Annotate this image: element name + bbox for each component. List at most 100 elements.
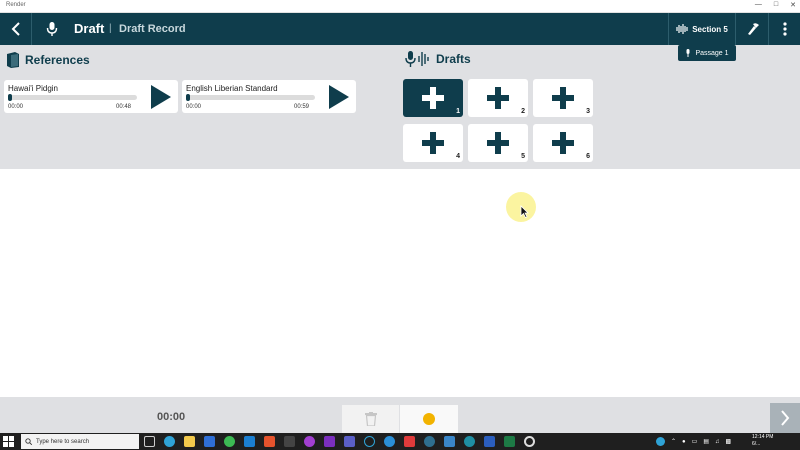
minimize-icon[interactable]: — [755, 1, 762, 9]
play-icon [151, 85, 171, 109]
section-button[interactable]: Section 5 [668, 13, 736, 45]
network-icon[interactable]: ▤ [703, 438, 709, 445]
draft-number: 2 [521, 108, 525, 115]
book-icon [7, 52, 19, 68]
mic-small-icon [686, 49, 690, 57]
draft-number: 4 [456, 153, 460, 160]
progress-knob[interactable] [186, 94, 190, 101]
back-button[interactable] [0, 13, 32, 45]
task-view-icon[interactable] [144, 436, 155, 447]
edge-icon[interactable] [164, 436, 175, 447]
record-icon [423, 413, 435, 425]
window-titlebar: Render — □ ✕ [0, 0, 800, 13]
reference-name: Hawai'i Pidgin [8, 84, 58, 93]
progress-knob[interactable] [8, 94, 12, 101]
app-teal-icon[interactable] [464, 436, 475, 447]
reference-card-english-liberian: English Liberian Standard 00:00 00:59 [182, 80, 356, 113]
reference-card-hawaii-pidgin: Hawai'i Pidgin 00:00 00:48 [4, 80, 178, 113]
taskbar-search[interactable]: Type here to search [21, 434, 139, 449]
mic-icon [38, 13, 66, 45]
tools-button[interactable] [737, 13, 769, 45]
app-gear-blue-icon[interactable] [444, 436, 455, 447]
play-button[interactable] [148, 84, 174, 110]
clock-date: 6/... [752, 441, 761, 447]
windows-start-icon[interactable] [3, 436, 14, 447]
reference-end-time: 00:59 [294, 104, 310, 110]
system-tray: ⌃ ● ▭ ▤ ♫ ▩ [656, 437, 731, 446]
settings-gear-icon[interactable] [524, 436, 535, 447]
keyboard-icon[interactable]: ▩ [726, 438, 732, 445]
trash-icon [364, 412, 377, 426]
brave-icon[interactable] [264, 436, 275, 447]
battery-icon: ▭ [691, 439, 698, 445]
vs-code-icon[interactable] [244, 436, 255, 447]
recording-area[interactable] [0, 169, 800, 397]
file-explorer-icon[interactable] [184, 436, 195, 447]
reference-progress-bar[interactable] [186, 94, 315, 101]
plus-icon [422, 132, 444, 154]
draft-slot-3[interactable]: 3 [533, 79, 593, 117]
more-menu-button[interactable] [770, 13, 800, 45]
next-button[interactable] [770, 403, 800, 433]
window-title: Render [6, 2, 26, 8]
taskbar-clock[interactable]: 12:14 PM 6/... [752, 434, 773, 448]
page-title: Draft [74, 21, 105, 36]
window-controls: — □ ✕ [755, 1, 796, 9]
section-label: Section 5 [692, 24, 728, 34]
volume-icon[interactable]: ♫ [715, 439, 720, 445]
mouse-cursor-icon [520, 205, 529, 218]
microphone-tray-icon[interactable]: ● [682, 439, 686, 445]
app-header: Draft | Draft Record Section 5 [0, 13, 800, 45]
passage-tooltip: Passage 1 [678, 45, 736, 61]
reference-start-time: 00:00 [8, 104, 24, 110]
draft-slot-6[interactable]: 6 [533, 124, 593, 162]
chevron-up-icon[interactable]: ⌃ [671, 438, 676, 445]
passage-label: Passage 1 [695, 49, 729, 57]
play-icon [329, 85, 349, 109]
delete-recording-button[interactable] [342, 405, 399, 433]
app-purple-icon[interactable] [304, 436, 315, 447]
page-subtitle: Draft Record [119, 23, 186, 35]
draft-slot-5[interactable]: 5 [468, 124, 528, 162]
plus-icon [552, 132, 574, 154]
reference-progress-bar[interactable] [8, 94, 137, 101]
chevron-left-icon [11, 22, 20, 36]
record-button[interactable] [400, 405, 458, 433]
more-vertical-icon [783, 22, 787, 36]
windows-taskbar: Type here to search ⌃ ● ▭ ▤ ♫ ▩ 12:14 PM… [0, 433, 800, 450]
mic-waveform-icon [405, 51, 429, 67]
maximize-icon[interactable]: □ [774, 1, 778, 9]
search-icon [25, 438, 32, 445]
app-dark-icon[interactable] [424, 436, 435, 447]
draft-number: 1 [456, 108, 460, 115]
mail-icon[interactable] [204, 436, 215, 447]
chevron-right-icon [781, 410, 790, 426]
close-icon[interactable]: ✕ [790, 1, 796, 9]
reference-end-time: 00:48 [116, 104, 132, 110]
plus-icon [552, 87, 574, 109]
draft-slot-1[interactable]: 1 [403, 79, 463, 117]
references-heading: References [6, 52, 90, 68]
user-avatar-icon[interactable] [656, 437, 665, 446]
draft-slot-2[interactable]: 2 [468, 79, 528, 117]
draft-number: 3 [586, 108, 590, 115]
app-circle-icon[interactable] [364, 436, 375, 447]
terminal-icon[interactable] [284, 436, 295, 447]
title-separator: | [109, 23, 112, 34]
word-icon[interactable] [484, 436, 495, 447]
excel-icon[interactable] [504, 436, 515, 447]
app-red-icon[interactable] [404, 436, 415, 447]
draft-number: 5 [521, 153, 525, 160]
onenote-icon[interactable] [324, 436, 335, 447]
taskbar-apps [144, 436, 535, 447]
plus-icon [487, 87, 509, 109]
teams-icon[interactable] [344, 436, 355, 447]
app-blue-icon[interactable] [384, 436, 395, 447]
recording-timer: 00:00 [157, 411, 186, 423]
search-placeholder: Type here to search [36, 438, 90, 445]
clock-time: 12:14 PM [752, 434, 774, 440]
draft-slot-4[interactable]: 4 [403, 124, 463, 162]
chrome-icon[interactable] [224, 436, 235, 447]
drafts-heading: Drafts [405, 50, 471, 68]
play-button[interactable] [326, 84, 352, 110]
